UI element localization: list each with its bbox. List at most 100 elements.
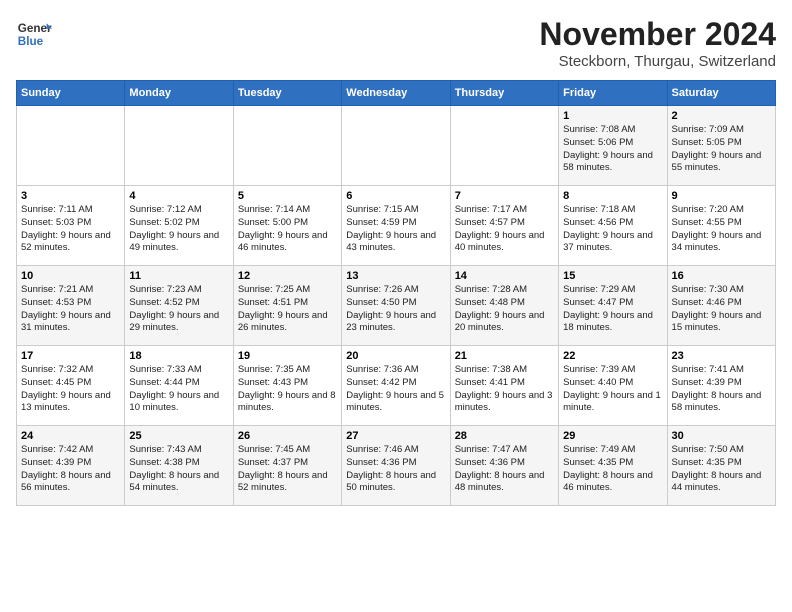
- day-info: Sunrise: 7:14 AM Sunset: 5:00 PM Dayligh…: [238, 204, 337, 255]
- day-header-monday: Monday: [125, 81, 233, 106]
- day-info: Sunrise: 7:49 AM Sunset: 4:35 PM Dayligh…: [563, 444, 662, 495]
- calendar-week-2: 3 Sunrise: 7:11 AM Sunset: 5:03 PM Daylig…: [17, 186, 776, 266]
- day-number: 15: [563, 270, 662, 282]
- day-number: 20: [346, 350, 445, 362]
- calendar-cell: 17 Sunrise: 7:32 AM Sunset: 4:45 PM Dayli…: [17, 346, 125, 426]
- day-info: Sunrise: 7:35 AM Sunset: 4:43 PM Dayligh…: [238, 364, 337, 415]
- calendar-cell: 21 Sunrise: 7:38 AM Sunset: 4:41 PM Dayli…: [450, 346, 558, 426]
- calendar-cell: 8 Sunrise: 7:18 AM Sunset: 4:56 PM Daylig…: [559, 186, 667, 266]
- calendar-cell: 28 Sunrise: 7:47 AM Sunset: 4:36 PM Dayli…: [450, 426, 558, 506]
- day-number: 17: [21, 350, 120, 362]
- calendar-cell: [125, 106, 233, 186]
- day-info: Sunrise: 7:26 AM Sunset: 4:50 PM Dayligh…: [346, 284, 445, 335]
- calendar-cell: [450, 106, 558, 186]
- day-number: 6: [346, 190, 445, 202]
- logo-icon: General Blue: [16, 16, 52, 52]
- calendar-cell: 29 Sunrise: 7:49 AM Sunset: 4:35 PM Dayli…: [559, 426, 667, 506]
- day-number: 28: [455, 430, 554, 442]
- day-number: 10: [21, 270, 120, 282]
- day-info: Sunrise: 7:38 AM Sunset: 4:41 PM Dayligh…: [455, 364, 554, 415]
- day-header-friday: Friday: [559, 81, 667, 106]
- day-number: 3: [21, 190, 120, 202]
- calendar-cell: 24Sunrise: 7:42 AM Sunset: 4:39 PM Dayli…: [17, 426, 125, 506]
- calendar-cell: 19 Sunrise: 7:35 AM Sunset: 4:43 PM Dayli…: [233, 346, 341, 426]
- calendar-cell: 4 Sunrise: 7:12 AM Sunset: 5:02 PM Daylig…: [125, 186, 233, 266]
- day-info: Sunrise: 7:33 AM Sunset: 4:44 PM Dayligh…: [129, 364, 228, 415]
- logo: General Blue: [16, 16, 52, 52]
- day-number: 9: [672, 190, 771, 202]
- calendar-week-3: 10 Sunrise: 7:21 AM Sunset: 4:53 PM Dayli…: [17, 266, 776, 346]
- day-info: Sunrise: 7:36 AM Sunset: 4:42 PM Dayligh…: [346, 364, 445, 415]
- day-info: Sunrise: 7:50 AM Sunset: 4:35 PM Dayligh…: [672, 444, 771, 495]
- location-subtitle: Steckborn, Thurgau, Switzerland: [539, 53, 776, 70]
- calendar-cell: 26 Sunrise: 7:45 AM Sunset: 4:37 PM Dayli…: [233, 426, 341, 506]
- day-header-tuesday: Tuesday: [233, 81, 341, 106]
- day-info: Sunrise: 7:43 AM Sunset: 4:38 PM Dayligh…: [129, 444, 228, 495]
- calendar-cell: 2 Sunrise: 7:09 AM Sunset: 5:05 PM Daylig…: [667, 106, 775, 186]
- day-number: 19: [238, 350, 337, 362]
- day-number: 4: [129, 190, 228, 202]
- day-info: Sunrise: 7:15 AM Sunset: 4:59 PM Dayligh…: [346, 204, 445, 255]
- day-info: Sunrise: 7:45 AM Sunset: 4:37 PM Dayligh…: [238, 444, 337, 495]
- calendar-cell: 22 Sunrise: 7:39 AM Sunset: 4:40 PM Dayli…: [559, 346, 667, 426]
- calendar-table: SundayMondayTuesdayWednesdayThursdayFrid…: [16, 80, 776, 506]
- day-number: 13: [346, 270, 445, 282]
- month-title: November 2024: [539, 16, 776, 53]
- day-info: Sunrise: 7:17 AM Sunset: 4:57 PM Dayligh…: [455, 204, 554, 255]
- day-number: 2: [672, 110, 771, 122]
- calendar-header-row: SundayMondayTuesdayWednesdayThursdayFrid…: [17, 81, 776, 106]
- day-number: 12: [238, 270, 337, 282]
- calendar-week-1: 1Sunrise: 7:08 AM Sunset: 5:06 PM Daylig…: [17, 106, 776, 186]
- day-info: Sunrise: 7:32 AM Sunset: 4:45 PM Dayligh…: [21, 364, 120, 415]
- calendar-week-5: 24Sunrise: 7:42 AM Sunset: 4:39 PM Dayli…: [17, 426, 776, 506]
- day-info: Sunrise: 7:46 AM Sunset: 4:36 PM Dayligh…: [346, 444, 445, 495]
- day-number: 21: [455, 350, 554, 362]
- day-number: 5: [238, 190, 337, 202]
- title-area: November 2024 Steckborn, Thurgau, Switze…: [539, 16, 776, 70]
- day-info: Sunrise: 7:30 AM Sunset: 4:46 PM Dayligh…: [672, 284, 771, 335]
- calendar-cell: 12 Sunrise: 7:25 AM Sunset: 4:51 PM Dayli…: [233, 266, 341, 346]
- calendar-cell: [233, 106, 341, 186]
- calendar-cell: 14Sunrise: 7:28 AM Sunset: 4:48 PM Dayli…: [450, 266, 558, 346]
- day-info: Sunrise: 7:29 AM Sunset: 4:47 PM Dayligh…: [563, 284, 662, 335]
- calendar-cell: 20 Sunrise: 7:36 AM Sunset: 4:42 PM Dayli…: [342, 346, 450, 426]
- calendar-cell: 6 Sunrise: 7:15 AM Sunset: 4:59 PM Daylig…: [342, 186, 450, 266]
- day-number: 26: [238, 430, 337, 442]
- calendar-cell: 5 Sunrise: 7:14 AM Sunset: 5:00 PM Daylig…: [233, 186, 341, 266]
- day-info: Sunrise: 7:21 AM Sunset: 4:53 PM Dayligh…: [21, 284, 120, 335]
- day-info: Sunrise: 7:25 AM Sunset: 4:51 PM Dayligh…: [238, 284, 337, 335]
- day-info: Sunrise: 7:47 AM Sunset: 4:36 PM Dayligh…: [455, 444, 554, 495]
- day-info: Sunrise: 7:09 AM Sunset: 5:05 PM Dayligh…: [672, 124, 771, 175]
- day-info: Sunrise: 7:42 AM Sunset: 4:39 PM Dayligh…: [21, 444, 120, 495]
- calendar-cell: 1Sunrise: 7:08 AM Sunset: 5:06 PM Daylig…: [559, 106, 667, 186]
- calendar-cell: [342, 106, 450, 186]
- calendar-cell: [17, 106, 125, 186]
- calendar-cell: 15 Sunrise: 7:29 AM Sunset: 4:47 PM Dayli…: [559, 266, 667, 346]
- day-header-wednesday: Wednesday: [342, 81, 450, 106]
- day-number: 23: [672, 350, 771, 362]
- day-number: 27: [346, 430, 445, 442]
- day-number: 29: [563, 430, 662, 442]
- day-number: 16: [672, 270, 771, 282]
- day-number: 7: [455, 190, 554, 202]
- header: General Blue November 2024 Steckborn, Th…: [16, 16, 776, 70]
- day-number: 22: [563, 350, 662, 362]
- svg-text:Blue: Blue: [18, 35, 44, 48]
- calendar-cell: 25 Sunrise: 7:43 AM Sunset: 4:38 PM Dayli…: [125, 426, 233, 506]
- day-number: 8: [563, 190, 662, 202]
- day-info: Sunrise: 7:23 AM Sunset: 4:52 PM Dayligh…: [129, 284, 228, 335]
- day-info: Sunrise: 7:12 AM Sunset: 5:02 PM Dayligh…: [129, 204, 228, 255]
- day-info: Sunrise: 7:41 AM Sunset: 4:39 PM Dayligh…: [672, 364, 771, 415]
- day-info: Sunrise: 7:39 AM Sunset: 4:40 PM Dayligh…: [563, 364, 662, 415]
- day-info: Sunrise: 7:20 AM Sunset: 4:55 PM Dayligh…: [672, 204, 771, 255]
- calendar-cell: 30Sunrise: 7:50 AM Sunset: 4:35 PM Dayli…: [667, 426, 775, 506]
- day-info: Sunrise: 7:11 AM Sunset: 5:03 PM Dayligh…: [21, 204, 120, 255]
- calendar-cell: 13 Sunrise: 7:26 AM Sunset: 4:50 PM Dayli…: [342, 266, 450, 346]
- day-info: Sunrise: 7:18 AM Sunset: 4:56 PM Dayligh…: [563, 204, 662, 255]
- day-info: Sunrise: 7:08 AM Sunset: 5:06 PM Dayligh…: [563, 124, 662, 175]
- calendar-cell: 23 Sunrise: 7:41 AM Sunset: 4:39 PM Dayli…: [667, 346, 775, 426]
- calendar-cell: 11Sunrise: 7:23 AM Sunset: 4:52 PM Dayli…: [125, 266, 233, 346]
- day-number: 14: [455, 270, 554, 282]
- day-number: 18: [129, 350, 228, 362]
- day-number: 25: [129, 430, 228, 442]
